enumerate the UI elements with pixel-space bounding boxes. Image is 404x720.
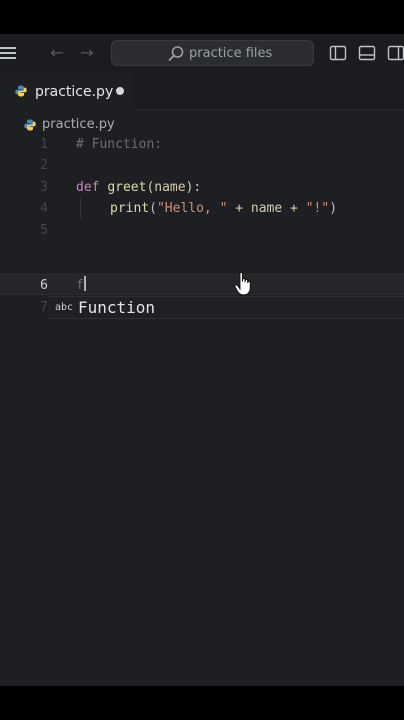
paren-open: ( xyxy=(149,201,157,216)
search-icon xyxy=(168,46,184,61)
line-number: 2 xyxy=(40,158,48,173)
line-number: 4 xyxy=(40,201,48,216)
search-label: practice files xyxy=(189,46,273,61)
breadcrumb[interactable]: practice.py xyxy=(0,114,404,136)
code-text: print("Hello, " + name + "!") xyxy=(110,198,337,219)
concat-expression: + name + xyxy=(227,201,306,216)
suggestion-item[interactable]: abc Function xyxy=(48,296,404,319)
typed-text: f xyxy=(76,278,84,293)
code-text: f xyxy=(76,275,86,296)
toggle-sidebar-icon[interactable] xyxy=(329,44,347,62)
screen: ← → practice files practice.py practice.… xyxy=(0,0,404,720)
hand-pointer-icon xyxy=(234,272,251,296)
string-literal: "Hello, " xyxy=(156,201,228,216)
title-bar: ← → practice files xyxy=(0,34,404,72)
tab-label: practice.py xyxy=(35,84,114,100)
python-file-icon xyxy=(24,119,36,131)
keyword-def: def xyxy=(76,180,100,195)
current-code-line[interactable]: 6 f xyxy=(0,274,404,295)
paren-close: ) xyxy=(329,201,338,216)
back-arrow-icon[interactable]: ← xyxy=(46,42,68,64)
command-center-search[interactable]: practice files xyxy=(111,40,314,66)
python-file-icon xyxy=(15,85,27,97)
code-line[interactable]: 2 xyxy=(0,155,404,176)
line-number-active: 6 xyxy=(40,278,48,293)
code-editor[interactable]: 1 # Function: 2 3 def greet(name): 4 pri… xyxy=(0,134,404,686)
unsaved-indicator[interactable] xyxy=(116,87,124,95)
code-line[interactable]: 5 xyxy=(0,220,404,241)
code-text: def greet(name): xyxy=(76,177,201,198)
function-params: (name): xyxy=(146,180,202,195)
text-caret xyxy=(83,276,86,291)
line-number: 3 xyxy=(40,180,48,195)
forward-arrow-icon[interactable]: → xyxy=(76,42,98,64)
function-name: greet xyxy=(107,180,147,195)
code-comment: # Function: xyxy=(76,137,163,152)
string-literal: "!" xyxy=(305,201,330,216)
code-line[interactable]: 4 print("Hello, " + name + "!") xyxy=(0,198,404,219)
line-number: 1 xyxy=(40,137,48,152)
suggestion-text: Function xyxy=(78,298,156,317)
toggle-secondary-sidebar-icon[interactable] xyxy=(387,44,404,62)
builtin-print: print xyxy=(110,201,150,216)
tab-practice-py[interactable]: practice.py xyxy=(0,72,134,110)
code-line[interactable]: 3 def greet(name): xyxy=(0,177,404,198)
tab-bar: practice.py xyxy=(0,72,404,110)
editor-window: ← → practice files practice.py practice.… xyxy=(0,34,404,686)
breadcrumb-file: practice.py xyxy=(42,117,115,132)
code-line[interactable]: 1 # Function: xyxy=(0,134,404,155)
menu-icon[interactable] xyxy=(0,47,16,59)
line-number: 7 xyxy=(40,300,48,315)
line-number: 5 xyxy=(40,223,48,238)
toggle-panel-icon[interactable] xyxy=(358,44,376,62)
suggestion-kind: abc xyxy=(55,302,74,313)
